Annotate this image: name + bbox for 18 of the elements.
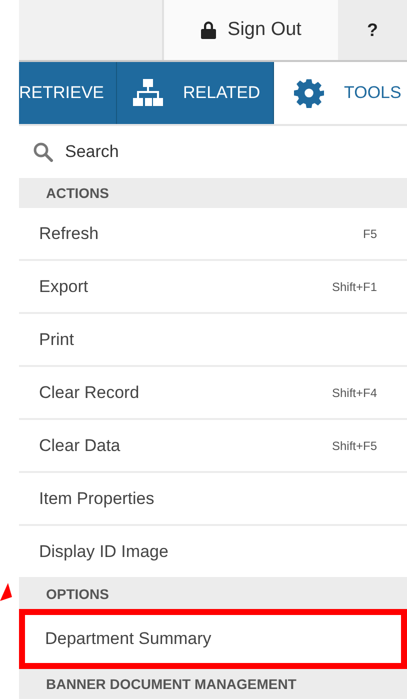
sign-out-button[interactable]: Sign Out	[164, 0, 338, 60]
lock-icon	[200, 21, 216, 39]
shortcut-label: Shift+F5	[332, 438, 377, 454]
help-button[interactable]: ?	[338, 0, 407, 60]
menu-item[interactable]: Department Summary	[19, 609, 407, 669]
search-icon	[33, 142, 53, 162]
gear-icon	[294, 78, 324, 108]
search-field[interactable]: Search	[65, 139, 407, 165]
section-header: ACTIONS	[19, 178, 407, 208]
tab[interactable]: RETRIEVE	[19, 62, 118, 124]
shortcut-label: Shift+F4	[332, 384, 377, 402]
shortcut-label: Shift+F1	[332, 278, 377, 296]
tab[interactable]: RELATED	[117, 62, 274, 124]
hierarchy-icon	[133, 78, 164, 108]
section-header: OPTIONS	[19, 579, 407, 609]
arrow-icon	[0, 583, 12, 601]
section-header: BANNER DOCUMENT MANAGEMENT	[19, 669, 407, 699]
shortcut-label: F5	[362, 226, 377, 242]
